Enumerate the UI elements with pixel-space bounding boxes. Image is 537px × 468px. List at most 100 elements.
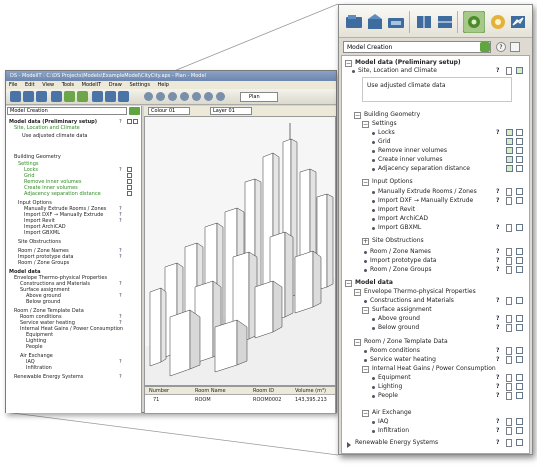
document-icon[interactable] bbox=[506, 347, 512, 355]
col-number[interactable]: Number bbox=[149, 388, 169, 394]
above-ground-checkbox[interactable] bbox=[516, 315, 523, 322]
tree-air-exchange[interactable]: Air Exchange bbox=[20, 353, 53, 359]
panel-lighting[interactable]: Lighting bbox=[378, 383, 402, 391]
panel-site-obstructions[interactable]: Site Obstructions bbox=[372, 237, 424, 245]
select-icon[interactable] bbox=[92, 91, 103, 102]
document-icon[interactable] bbox=[506, 248, 512, 256]
room-conditions-checkbox[interactable] bbox=[516, 347, 523, 354]
tree-room-zone-groups[interactable]: Room / Zone Groups bbox=[18, 260, 69, 266]
manual-extrude-checkbox[interactable] bbox=[516, 188, 523, 195]
help-icon[interactable]: ? bbox=[496, 356, 499, 364]
service-water-checkbox[interactable] bbox=[516, 356, 523, 363]
panel-room-zone-groups[interactable]: Room / Zone Groups bbox=[370, 266, 432, 274]
rotate-icon[interactable] bbox=[118, 91, 129, 102]
renewable-checkbox[interactable] bbox=[516, 439, 523, 446]
menu-edit[interactable]: Edit bbox=[25, 82, 35, 88]
people-checkbox[interactable] bbox=[516, 392, 523, 399]
help-icon[interactable]: ? bbox=[496, 324, 499, 332]
help-icon[interactable]: ? bbox=[496, 427, 499, 435]
panel-create-inner[interactable]: Create inner volumes bbox=[378, 156, 443, 164]
save-icon[interactable] bbox=[23, 91, 34, 102]
panel-people[interactable]: People bbox=[378, 392, 398, 400]
panel-above-ground[interactable]: Above ground bbox=[378, 315, 420, 323]
collapse-icon[interactable]: − bbox=[362, 121, 369, 128]
site-checkbox[interactable] bbox=[516, 67, 523, 74]
expand-icon[interactable]: + bbox=[362, 238, 369, 245]
panel-model-data[interactable]: Model data bbox=[355, 279, 393, 287]
table-row[interactable]: 71 ROOM ROOM0002 143,395.213 bbox=[145, 396, 335, 404]
view-3d-icon[interactable] bbox=[216, 92, 225, 101]
help-icon[interactable]: ? bbox=[496, 67, 499, 75]
panel-building-geometry[interactable]: Building Geometry bbox=[364, 111, 420, 119]
help-icon[interactable]: ? bbox=[496, 224, 499, 232]
3d-model-viewport[interactable] bbox=[144, 116, 336, 386]
help-icon[interactable]: ? bbox=[496, 188, 499, 196]
panel-surface-assignment[interactable]: Surface assignment bbox=[372, 306, 432, 314]
document-icon[interactable] bbox=[506, 188, 512, 196]
help-icon[interactable]: ? bbox=[496, 248, 499, 256]
tree-building-geometry[interactable]: Building Geometry bbox=[14, 154, 61, 160]
iaq-checkbox[interactable] bbox=[516, 418, 523, 425]
document-icon[interactable] bbox=[506, 315, 512, 323]
tree-below-ground[interactable]: Below ground bbox=[26, 299, 60, 305]
equipment-checkbox[interactable] bbox=[516, 374, 523, 381]
help-icon[interactable]: ? bbox=[496, 129, 499, 137]
zoom-extents-icon[interactable] bbox=[180, 92, 189, 101]
menu-file[interactable]: File bbox=[9, 82, 17, 88]
panel-site-location[interactable]: Site, Location and Climate bbox=[358, 67, 437, 75]
help-icon[interactable]: ? bbox=[496, 383, 499, 391]
panel-adjacency[interactable]: Adjacency separation distance bbox=[378, 165, 470, 173]
panel-remove-inner[interactable]: Remove inner volumes bbox=[378, 147, 447, 155]
menu-settings[interactable]: Settings bbox=[129, 82, 150, 88]
panel-service-water[interactable]: Service water heating bbox=[370, 356, 436, 364]
tree-site-location[interactable]: Site, Location and Climate bbox=[14, 125, 80, 131]
panel-room-zone-names[interactable]: Room / Zone Names bbox=[370, 248, 431, 256]
document-icon[interactable] bbox=[506, 439, 512, 447]
tree-adjacency[interactable]: Adjacency separation distance bbox=[24, 191, 101, 197]
menu-modelit[interactable]: ModelIT bbox=[82, 82, 102, 88]
help-icon[interactable]: ? bbox=[496, 439, 499, 447]
panel-import-revit[interactable]: Import Revit bbox=[378, 206, 415, 214]
panel-import-dxf[interactable]: Import DXF → Manually Extrude bbox=[378, 197, 473, 205]
tree-infiltration[interactable]: Infiltration bbox=[26, 365, 52, 371]
adjacency-checkbox[interactable] bbox=[506, 165, 513, 172]
create-inner-checkbox-2[interactable] bbox=[516, 156, 523, 163]
collapse-icon[interactable]: − bbox=[345, 60, 352, 67]
document-icon[interactable] bbox=[506, 374, 512, 382]
collapse-icon[interactable]: − bbox=[354, 112, 361, 119]
adjacency-checkbox-2[interactable] bbox=[516, 165, 523, 172]
panel-grid[interactable]: Grid bbox=[378, 138, 391, 146]
remove-inner-checkbox-2[interactable] bbox=[516, 147, 523, 154]
room-groups-checkbox[interactable] bbox=[516, 266, 523, 273]
panel-renewable[interactable]: Renewable Energy Systems bbox=[355, 439, 438, 447]
col-room-name[interactable]: Room Name bbox=[195, 388, 226, 394]
open-model-icon[interactable] bbox=[345, 13, 363, 31]
help-icon[interactable]: ? bbox=[496, 374, 499, 382]
help-icon[interactable]: ? bbox=[496, 297, 499, 305]
zones-icon[interactable] bbox=[436, 13, 454, 31]
help-icon[interactable]: ? bbox=[496, 266, 499, 274]
panel-options-icon[interactable] bbox=[510, 42, 520, 52]
menu-help[interactable]: Help bbox=[158, 82, 169, 88]
document-icon[interactable] bbox=[506, 383, 512, 391]
below-ground-checkbox[interactable] bbox=[516, 324, 523, 331]
model-creation-select-small[interactable]: Model Creation bbox=[7, 107, 127, 115]
analysis-icon[interactable] bbox=[509, 13, 527, 31]
collapse-icon[interactable]: − bbox=[362, 366, 369, 373]
panel-room-conditions[interactable]: Room conditions bbox=[370, 347, 420, 355]
col-room-id[interactable]: Room ID bbox=[253, 388, 274, 394]
move-icon[interactable] bbox=[105, 91, 116, 102]
document-icon[interactable] bbox=[506, 197, 512, 205]
collapse-icon[interactable]: − bbox=[362, 179, 369, 186]
zoom-in-icon[interactable] bbox=[156, 92, 165, 101]
panel-manual-extrude[interactable]: Manually Extrude Rooms / Zones bbox=[378, 188, 477, 196]
panel-envelope[interactable]: Envelope Thermo-physical Properties bbox=[364, 288, 476, 296]
help-icon[interactable]: ? bbox=[496, 315, 499, 323]
help-icon[interactable]: ? bbox=[496, 257, 499, 265]
rooms-icon[interactable] bbox=[415, 13, 433, 31]
help-icon[interactable]: ? bbox=[496, 418, 499, 426]
col-volume[interactable]: Volume (m³) bbox=[295, 388, 326, 394]
panel-locks[interactable]: Locks bbox=[378, 129, 395, 137]
tree-people[interactable]: People bbox=[26, 344, 43, 350]
layer-select[interactable]: Layer 01 bbox=[210, 107, 252, 115]
